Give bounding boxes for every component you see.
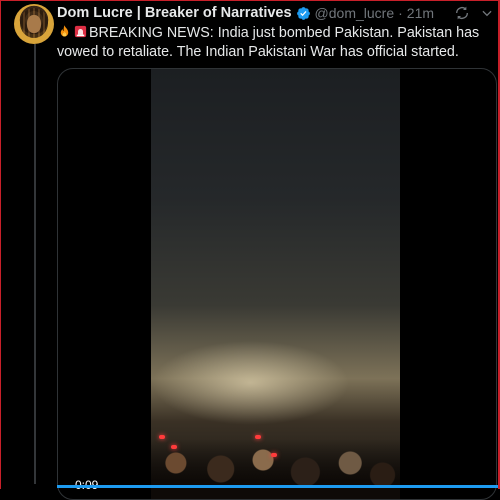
dot-separator: · — [398, 5, 403, 21]
rotating-light-emoji-icon — [74, 25, 87, 38]
tweet-header: Dom Lucre | Breaker of Narratives @dom_l… — [57, 4, 434, 22]
video-light — [271, 453, 277, 457]
video-player[interactable] — [57, 68, 497, 500]
tweet-body: BREAKING NEWS: India just bombed Pakista… — [57, 25, 480, 60]
author-handle[interactable]: @dom_lucre — [315, 5, 395, 21]
window-frame-left — [0, 0, 1, 489]
timestamp-ago[interactable]: 21m — [407, 5, 434, 21]
window-frame-top — [0, 0, 500, 1]
thread-line — [34, 44, 36, 484]
video-frame — [151, 69, 400, 499]
avatar[interactable] — [14, 4, 54, 44]
video-light — [171, 445, 177, 449]
video-crowd — [151, 439, 400, 499]
chevron-down-icon[interactable] — [480, 6, 494, 20]
fire-emoji-icon — [60, 25, 69, 37]
video-progress-bar[interactable] — [57, 485, 498, 488]
tweet-text: BREAKING NEWS: India just bombed Pakista… — [57, 24, 497, 62]
author-name[interactable]: Dom Lucre | Breaker of Narratives — [57, 5, 292, 21]
video-light — [255, 435, 261, 439]
grok-refresh-icon[interactable] — [454, 5, 470, 21]
avatar-face — [27, 15, 41, 33]
verified-badge-icon — [296, 6, 310, 20]
video-light — [159, 435, 165, 439]
